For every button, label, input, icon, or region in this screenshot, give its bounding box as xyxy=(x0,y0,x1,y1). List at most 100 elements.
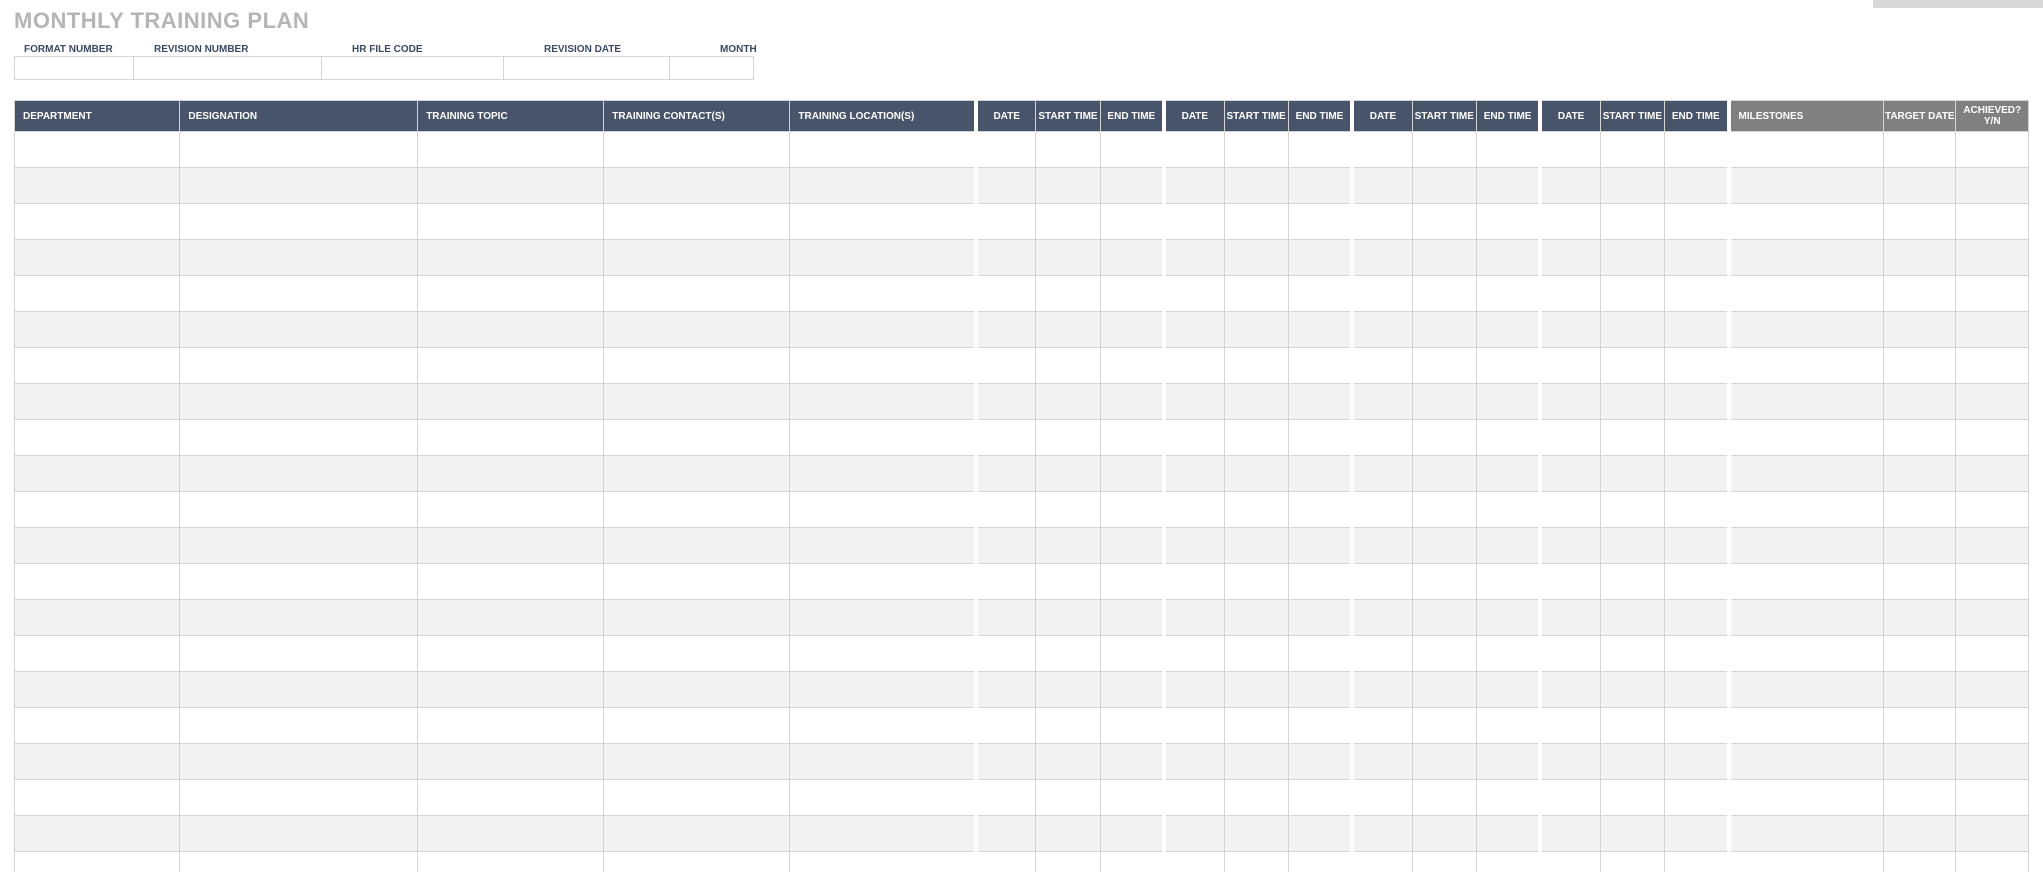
table-cell[interactable] xyxy=(976,132,1036,168)
table-cell[interactable] xyxy=(1352,384,1412,420)
table-cell[interactable] xyxy=(1036,708,1100,744)
table-cell[interactable] xyxy=(15,312,180,348)
table-cell[interactable] xyxy=(1288,600,1352,636)
table-cell[interactable] xyxy=(1036,132,1100,168)
table-cell[interactable] xyxy=(15,420,180,456)
table-cell[interactable] xyxy=(1036,528,1100,564)
table-cell[interactable] xyxy=(1352,168,1412,204)
table-cell[interactable] xyxy=(1352,132,1412,168)
table-cell[interactable] xyxy=(15,564,180,600)
table-cell[interactable] xyxy=(1224,852,1288,872)
table-cell[interactable] xyxy=(1600,240,1664,276)
table-cell[interactable] xyxy=(790,636,976,672)
table-cell[interactable] xyxy=(15,492,180,528)
table-cell[interactable] xyxy=(180,204,418,240)
table-cell[interactable] xyxy=(790,672,976,708)
table-cell[interactable] xyxy=(1100,456,1164,492)
table-cell[interactable] xyxy=(976,348,1036,384)
table-cell[interactable] xyxy=(180,708,418,744)
table-cell[interactable] xyxy=(1288,744,1352,780)
table-cell[interactable] xyxy=(1036,420,1100,456)
table-cell[interactable] xyxy=(790,780,976,816)
table-cell[interactable] xyxy=(1352,744,1412,780)
table-cell[interactable] xyxy=(1352,564,1412,600)
table-cell[interactable] xyxy=(1729,672,1884,708)
table-cell[interactable] xyxy=(1288,456,1352,492)
table-cell[interactable] xyxy=(1884,672,1956,708)
table-cell[interactable] xyxy=(1352,636,1412,672)
table-cell[interactable] xyxy=(1884,240,1956,276)
table-cell[interactable] xyxy=(1100,708,1164,744)
table-cell[interactable] xyxy=(1664,672,1728,708)
table-cell[interactable] xyxy=(180,276,418,312)
table-cell[interactable] xyxy=(15,276,180,312)
table-cell[interactable] xyxy=(418,564,604,600)
table-cell[interactable] xyxy=(1164,564,1224,600)
table-cell[interactable] xyxy=(15,744,180,780)
table-cell[interactable] xyxy=(180,492,418,528)
table-cell[interactable] xyxy=(180,852,418,872)
table-cell[interactable] xyxy=(1036,168,1100,204)
table-cell[interactable] xyxy=(180,312,418,348)
table-cell[interactable] xyxy=(180,816,418,852)
table-cell[interactable] xyxy=(15,204,180,240)
table-cell[interactable] xyxy=(418,456,604,492)
table-cell[interactable] xyxy=(1476,348,1540,384)
table-cell[interactable] xyxy=(1100,384,1164,420)
table-cell[interactable] xyxy=(180,240,418,276)
table-cell[interactable] xyxy=(1884,564,1956,600)
table-cell[interactable] xyxy=(1600,384,1664,420)
table-cell[interactable] xyxy=(1600,564,1664,600)
table-cell[interactable] xyxy=(180,600,418,636)
table-cell[interactable] xyxy=(1600,420,1664,456)
table-cell[interactable] xyxy=(418,708,604,744)
table-cell[interactable] xyxy=(1100,528,1164,564)
table-cell[interactable] xyxy=(1956,384,2029,420)
table-cell[interactable] xyxy=(418,816,604,852)
table-cell[interactable] xyxy=(15,240,180,276)
table-cell[interactable] xyxy=(1036,672,1100,708)
table-cell[interactable] xyxy=(1288,384,1352,420)
table-cell[interactable] xyxy=(1664,816,1728,852)
table-cell[interactable] xyxy=(15,816,180,852)
table-cell[interactable] xyxy=(418,672,604,708)
table-cell[interactable] xyxy=(790,744,976,780)
table-cell[interactable] xyxy=(1729,852,1884,872)
table-cell[interactable] xyxy=(1956,636,2029,672)
table-cell[interactable] xyxy=(1729,312,1884,348)
table-cell[interactable] xyxy=(1884,780,1956,816)
table-cell[interactable] xyxy=(1540,204,1600,240)
meta-input-revision-number[interactable] xyxy=(134,56,322,80)
table-cell[interactable] xyxy=(180,456,418,492)
table-cell[interactable] xyxy=(1036,312,1100,348)
table-cell[interactable] xyxy=(1412,168,1476,204)
table-cell[interactable] xyxy=(790,852,976,872)
table-cell[interactable] xyxy=(1288,816,1352,852)
table-cell[interactable] xyxy=(1884,456,1956,492)
table-cell[interactable] xyxy=(1100,564,1164,600)
table-cell[interactable] xyxy=(1600,528,1664,564)
table-cell[interactable] xyxy=(1412,420,1476,456)
table-cell[interactable] xyxy=(604,780,790,816)
table-cell[interactable] xyxy=(418,276,604,312)
table-cell[interactable] xyxy=(418,240,604,276)
table-cell[interactable] xyxy=(1729,528,1884,564)
table-cell[interactable] xyxy=(1164,384,1224,420)
table-cell[interactable] xyxy=(790,420,976,456)
table-cell[interactable] xyxy=(180,528,418,564)
table-cell[interactable] xyxy=(418,492,604,528)
table-cell[interactable] xyxy=(1729,744,1884,780)
table-cell[interactable] xyxy=(976,708,1036,744)
table-cell[interactable] xyxy=(976,852,1036,872)
table-cell[interactable] xyxy=(1956,204,2029,240)
table-cell[interactable] xyxy=(976,780,1036,816)
table-cell[interactable] xyxy=(1412,204,1476,240)
table-cell[interactable] xyxy=(1100,168,1164,204)
table-cell[interactable] xyxy=(1729,564,1884,600)
table-cell[interactable] xyxy=(790,816,976,852)
table-cell[interactable] xyxy=(1884,600,1956,636)
table-cell[interactable] xyxy=(1476,852,1540,872)
table-cell[interactable] xyxy=(1884,276,1956,312)
table-cell[interactable] xyxy=(1476,492,1540,528)
table-cell[interactable] xyxy=(1600,780,1664,816)
